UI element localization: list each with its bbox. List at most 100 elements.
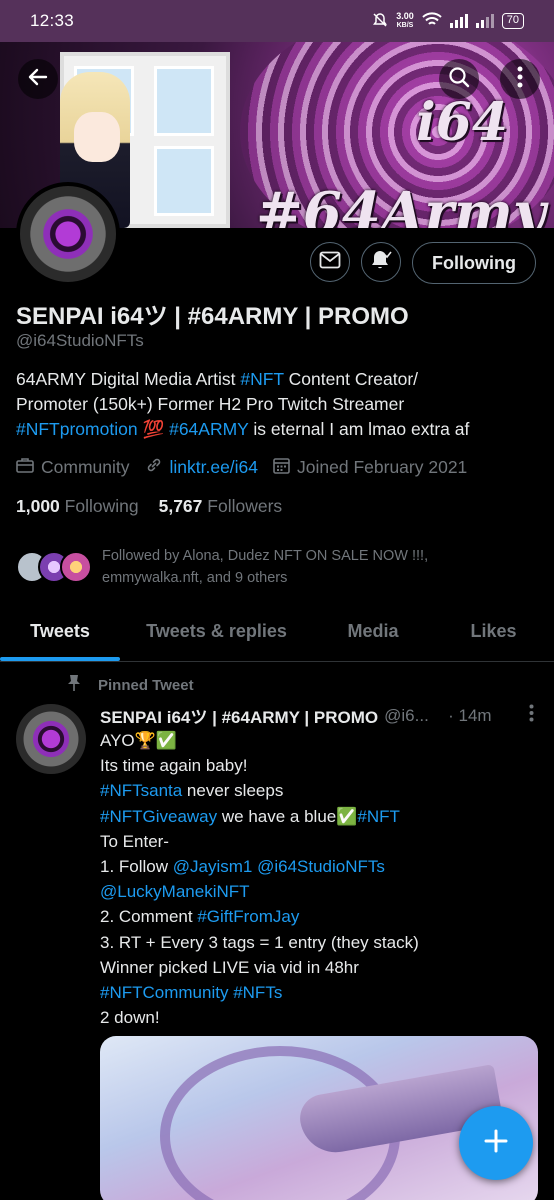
message-button[interactable] — [310, 242, 350, 282]
tab-label: Media — [347, 621, 399, 641]
website-item[interactable]: linktr.ee/i64 — [145, 456, 259, 479]
signal-icon — [449, 14, 468, 28]
tweet-line: #NFTGiveaway we have a blue✅#NFT — [100, 804, 540, 829]
compose-tweet-button[interactable] — [459, 1106, 533, 1180]
tweet-line: #NFTCommunity #NFTs — [100, 980, 540, 1005]
more-vertical-icon — [517, 66, 523, 93]
banner-text-line1: i64 — [416, 92, 509, 153]
link-icon — [145, 456, 163, 479]
bio-line-2: Promoter (150k+) Former H2 Pro Twitch St… — [16, 394, 405, 414]
hashtag-link[interactable]: #NFTpromotion — [16, 419, 138, 439]
following-button[interactable]: Following — [412, 242, 536, 284]
bio-line-1: 64ARMY Digital Media Artist #NFT Content… — [16, 367, 536, 392]
search-icon — [447, 65, 471, 94]
joined-date: Joined February 2021 — [297, 457, 468, 477]
hashtag-link[interactable]: #NFTGiveaway — [100, 807, 217, 826]
tab-tweets-replies[interactable]: Tweets & replies — [120, 602, 313, 661]
followed-by-text: Followed by Alona, Dudez NFT ON SALE NOW… — [102, 545, 428, 589]
hashtag-link[interactable]: #GiftFromJay — [197, 907, 299, 926]
category-label: Community — [41, 457, 130, 477]
tab-media[interactable]: Media — [313, 602, 433, 661]
mute-icon — [372, 12, 388, 31]
tweet-more-icon[interactable] — [529, 704, 540, 727]
tab-label: Tweets & replies — [146, 621, 287, 641]
tweet-line: AYO🏆✅ — [100, 731, 177, 750]
status-bar: 12:33 3.00 KB/S 70 — [0, 0, 554, 42]
tweet-line: To Enter- — [100, 831, 169, 851]
followed-by-line-1: Followed by Alona, Dudez NFT ON SALE NOW… — [102, 548, 429, 564]
calendar-icon — [273, 457, 290, 479]
bio-text: Content Creator/ — [283, 369, 419, 389]
tweet-line: 2 down! — [100, 1008, 160, 1028]
bell-check-icon — [369, 248, 393, 277]
tab-label: Likes — [470, 621, 517, 641]
profile-bio: 64ARMY Digital Media Artist #NFT Content… — [16, 367, 536, 442]
battery-indicator: 70 — [501, 13, 524, 29]
notifications-button[interactable] — [361, 242, 401, 282]
follower-avatar — [60, 551, 92, 583]
profile-avatar[interactable] — [16, 182, 120, 286]
back-button[interactable] — [18, 59, 58, 99]
plus-icon — [482, 1127, 510, 1160]
tweet-text-span: never sleeps — [182, 781, 284, 801]
followed-by[interactable]: Followed by Alona, Dudez NFT ON SALE NOW… — [16, 545, 428, 589]
joined-item: Joined February 2021 — [273, 457, 467, 479]
tweet-author-avatar[interactable] — [16, 704, 86, 774]
banner-text-line2: #64Army — [256, 180, 546, 228]
pin-icon — [66, 674, 82, 696]
speed-unit: KB/S — [396, 22, 414, 29]
tweet-author-name[interactable]: SENPAI i64ツ | #64ARMY | PROMO — [100, 703, 378, 728]
following-count: 1,000 — [16, 496, 60, 516]
search-button[interactable] — [439, 59, 479, 99]
mention-link[interactable]: @LuckyManekiNFT — [100, 882, 250, 901]
network-speed: 3.00 KB/S — [396, 12, 414, 30]
tab-likes[interactable]: Likes — [433, 602, 554, 661]
tweet-text-span: 1. Follow — [100, 857, 173, 877]
signal-icon-2 — [475, 14, 494, 28]
profile-handle: @i64StudioNFTs — [16, 331, 144, 350]
followed-by-line-2: emmywalka.nft, and 9 others — [102, 570, 288, 586]
tweet-line: 1. Follow @Jayism1 @i64StudioNFTs — [100, 854, 540, 879]
profile-tabs: Tweets Tweets & replies Media Likes — [0, 602, 554, 662]
mail-icon — [319, 251, 341, 274]
tab-label: Tweets — [30, 621, 90, 641]
mention-link[interactable]: @Jayism1 — [173, 857, 253, 876]
tweet-line: Its time again baby! — [100, 756, 248, 776]
profile-meta: Community linktr.ee/i64 Joined February … — [16, 456, 482, 479]
hashtag-link[interactable]: #NFTs — [233, 983, 282, 1002]
hashtag-link[interactable]: #NFTCommunity — [100, 983, 228, 1002]
tweet-author-handle: @i6... — [384, 705, 429, 725]
back-arrow-icon — [26, 65, 50, 94]
profile-name: SENPAI i64ツ | #64ARMY | PROMO — [16, 303, 409, 330]
briefcase-icon — [16, 457, 34, 478]
followers-stat[interactable]: 5,767 Followers — [159, 496, 283, 517]
pinned-indicator: Pinned Tweet — [66, 674, 194, 696]
mention-link[interactable]: @i64StudioNFTs — [257, 857, 385, 876]
tweet-text-span: we have a blue✅ — [217, 806, 358, 826]
hashtag-link[interactable]: #64ARMY — [169, 419, 248, 439]
tweet-line: 3. RT + Every 3 tags = 1 entry (they sta… — [100, 932, 419, 952]
hashtag-link[interactable]: #NFT — [240, 369, 283, 389]
tweet-text-span: 2. Comment — [100, 907, 198, 927]
status-time: 12:33 — [30, 11, 75, 30]
banner-character-face — [74, 112, 120, 162]
tab-tweets[interactable]: Tweets — [0, 602, 120, 661]
more-options-button[interactable] — [500, 59, 540, 99]
pinned-label: Pinned Tweet — [98, 676, 194, 694]
speed-value: 3.00 — [396, 11, 414, 21]
website-link[interactable]: linktr.ee/i64 — [170, 457, 259, 478]
followers-label: Followers — [207, 496, 283, 516]
tweet-time: · 14m — [448, 705, 492, 725]
bio-text: is eternal I am lmao extra af — [248, 419, 470, 439]
hashtag-link[interactable]: #NFT — [357, 807, 400, 826]
followers-count: 5,767 — [158, 496, 203, 516]
bio-line-3: #NFTpromotion 💯 #64ARMY is eternal I am … — [16, 417, 536, 442]
wifi-icon — [422, 11, 442, 31]
tweet-line: Winner picked LIVE via vid in 48hr — [100, 957, 359, 977]
hashtag-link[interactable]: #NFTsanta — [100, 781, 182, 800]
following-stat[interactable]: 1,000 Following — [16, 496, 139, 517]
tweet-line: #NFTsanta never sleeps — [100, 778, 540, 803]
tweet-text: AYO🏆✅ Its time again baby! #NFTsanta nev… — [100, 728, 540, 1030]
category-item: Community — [16, 457, 130, 478]
profile-stats: 1,000 Following 5,767 Followers — [16, 496, 282, 517]
